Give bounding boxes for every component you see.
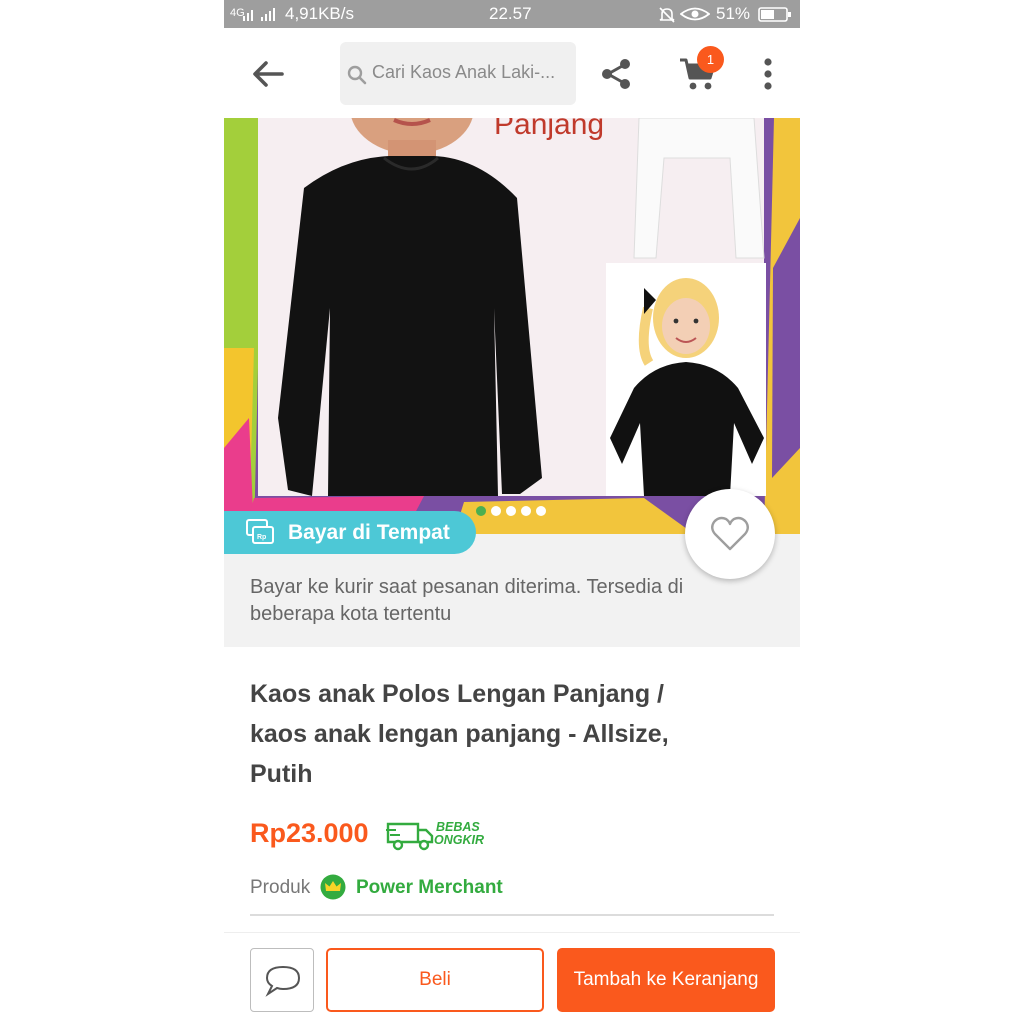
crown-icon [320, 874, 346, 900]
svg-text:Rp: Rp [257, 534, 266, 541]
product-price: Rp23.000 [250, 818, 369, 848]
banner-text: Panjang [494, 118, 604, 141]
eye-icon [680, 7, 710, 21]
product-title: Kaos anak Polos Lengan Panjang / kaos an… [250, 680, 669, 788]
cod-label: Bayar di Tempat [288, 521, 450, 544]
carousel-dot-active[interactable] [476, 506, 486, 516]
cash-on-delivery-icon: Rp [246, 519, 274, 544]
chat-bubble-icon [265, 965, 301, 997]
carousel-dot[interactable] [521, 506, 531, 516]
back-arrow-icon[interactable] [250, 56, 286, 92]
notification-muted-icon [659, 7, 675, 23]
search-placeholder: Cari Kaos Anak Laki-... [372, 62, 556, 82]
carousel-dot[interactable] [506, 506, 516, 516]
share-icon[interactable] [598, 56, 634, 92]
search-bar[interactable]: Cari Kaos Anak Laki-... [340, 42, 576, 105]
free-shipping-badge: BEBAS ONGKIR [386, 820, 484, 851]
heart-icon [711, 516, 749, 551]
product-image-carousel[interactable]: Panjang [224, 118, 800, 534]
free-shipping-line2: ONGKIR [434, 833, 484, 847]
battery-icon [758, 7, 791, 22]
phone-screen: 4G 4,91KB/s 22.57 51% Cari Kaos Anak Lak… [224, 0, 800, 1024]
free-shipping-line1: BEBAS [436, 820, 480, 834]
more-vertical-icon[interactable] [756, 56, 780, 92]
buy-button[interactable]: Beli [326, 948, 544, 1012]
clock: 22.57 [489, 4, 532, 23]
search-icon [347, 65, 367, 85]
status-bar: 4G 4,91KB/s 22.57 51% [224, 0, 800, 28]
cod-description: Bayar ke kurir saat pesanan diterima. Te… [250, 576, 684, 625]
cart-count-badge: 1 [697, 46, 724, 73]
cod-badge: Rp Bayar di Tempat [224, 511, 476, 554]
carousel-dot[interactable] [536, 506, 546, 516]
signal-icon [243, 8, 275, 21]
chat-button[interactable] [250, 948, 314, 1012]
delivery-truck-icon [386, 822, 434, 851]
power-merchant-label[interactable]: Power Merchant [356, 877, 503, 899]
network-speed: 4,91KB/s [285, 4, 354, 23]
carousel-dot[interactable] [491, 506, 501, 516]
product-photo: Panjang [224, 118, 800, 534]
battery-percent: 51% [716, 4, 751, 23]
section-divider [250, 914, 774, 916]
app-bar: Cari Kaos Anak Laki-... 1 [224, 28, 800, 118]
add-to-cart-button[interactable]: Tambah ke Keranjang [557, 948, 775, 1012]
seller-prefix: Produk [250, 877, 311, 898]
wishlist-button[interactable] [685, 489, 775, 579]
bottom-action-bar: Beli Tambah ke Keranjang [224, 932, 800, 1024]
